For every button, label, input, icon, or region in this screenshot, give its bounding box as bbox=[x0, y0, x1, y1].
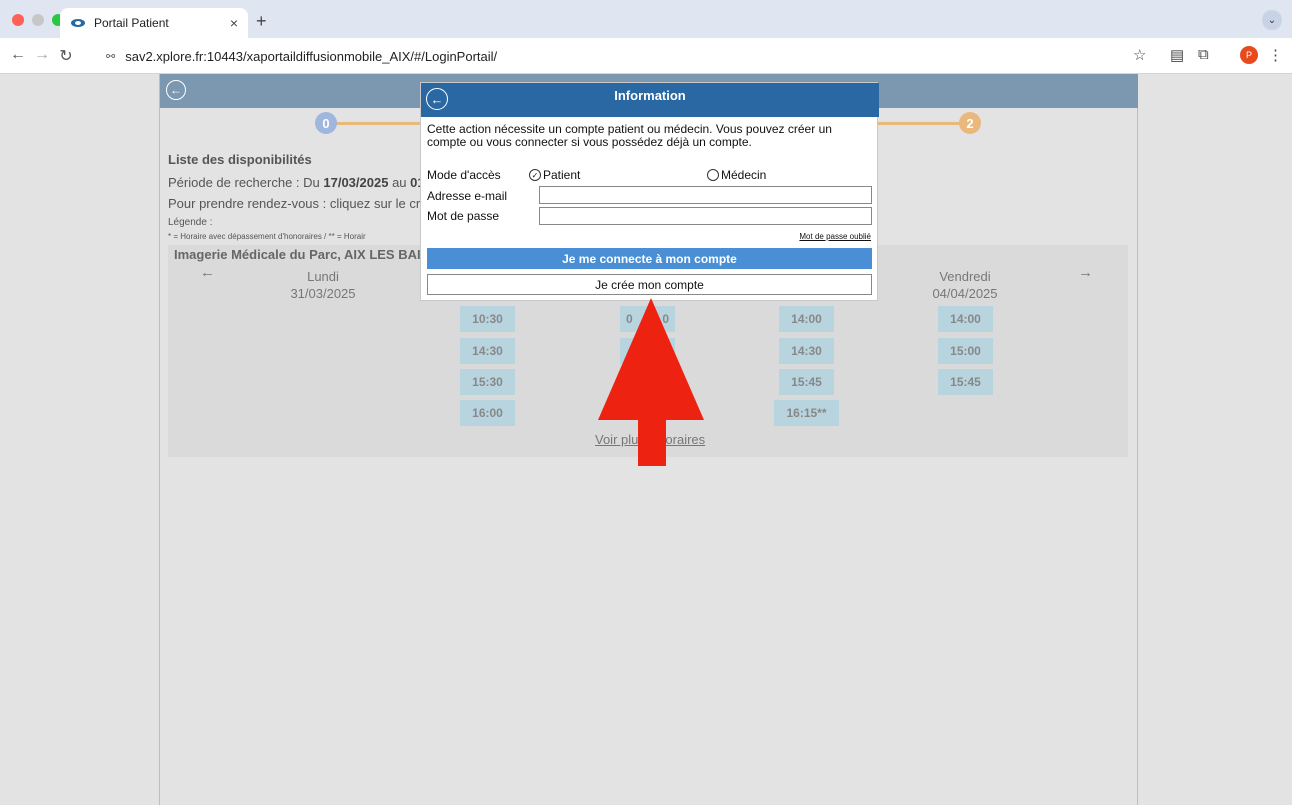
time-slot[interactable]: 15:30 bbox=[460, 369, 515, 395]
previous-week-arrow-icon[interactable]: ← bbox=[200, 264, 215, 281]
time-slot[interactable]: 14:30 bbox=[779, 338, 834, 364]
back-arrow-icon[interactable]: ← bbox=[8, 46, 28, 64]
radio-medecin-label: Médecin bbox=[721, 168, 767, 182]
time-slot[interactable]: 15:45 bbox=[779, 369, 834, 395]
password-label: Mot de passe bbox=[427, 209, 500, 223]
window-controls bbox=[12, 14, 64, 26]
close-window-icon[interactable] bbox=[12, 14, 24, 26]
email-label: Adresse e-mail bbox=[427, 189, 508, 203]
time-slot[interactable]: 10:30 bbox=[460, 306, 515, 332]
access-mode-label: Mode d'accès bbox=[427, 168, 501, 182]
time-slot[interactable]: 16:00 bbox=[460, 400, 515, 426]
empty-circle-icon bbox=[707, 169, 719, 181]
left-border bbox=[159, 74, 160, 805]
modal-header: ← Information bbox=[421, 83, 879, 117]
day-name-friday: Vendredi bbox=[939, 269, 991, 284]
bookmark-star-icon[interactable]: ☆ bbox=[1133, 46, 1146, 64]
new-tab-button[interactable]: + bbox=[256, 11, 267, 32]
day-date-monday: 31/03/2025 bbox=[290, 286, 356, 301]
day-name-monday: Lundi bbox=[307, 269, 339, 284]
login-modal: ← Information Cette action nécessite un … bbox=[420, 82, 879, 301]
reload-icon[interactable]: ↻ bbox=[56, 46, 76, 66]
info-block: Liste des disponibilités Période de rech… bbox=[168, 152, 425, 241]
minimize-window-icon[interactable] bbox=[32, 14, 44, 26]
radio-medecin[interactable]: Médecin bbox=[707, 168, 766, 182]
browser-tab-bar: Portail Patient × + ⌄ bbox=[0, 0, 1292, 38]
legend-text: * = Horaire avec dépassement d'honoraire… bbox=[168, 232, 366, 241]
site-settings-icon[interactable]: ⚯ bbox=[106, 50, 115, 63]
tab-search-chevron-icon[interactable]: ⌄ bbox=[1262, 10, 1282, 30]
tab-close-icon[interactable]: × bbox=[230, 15, 238, 31]
day-date-friday: 04/04/2025 bbox=[932, 286, 998, 301]
next-week-arrow-icon[interactable]: → bbox=[1078, 264, 1093, 281]
login-button[interactable]: Je me connecte à mon compte bbox=[427, 248, 872, 269]
radio-patient[interactable]: ✓ Patient bbox=[529, 168, 580, 182]
time-slot[interactable]: 16:15** bbox=[774, 400, 839, 426]
time-slot[interactable]: 14:00 bbox=[779, 306, 834, 332]
reading-mode-icon[interactable]: ▤ bbox=[1170, 46, 1184, 64]
modal-title: Information bbox=[614, 88, 686, 103]
time-slot[interactable]: 14:30 bbox=[460, 338, 515, 364]
email-field[interactable] bbox=[539, 186, 872, 204]
forward-arrow-icon[interactable]: → bbox=[32, 46, 52, 64]
address-bar[interactable]: ⚯ sav2.xplore.fr:10443/xaportaildiffusio… bbox=[96, 43, 1160, 69]
center-name: Imagerie Médicale du Parc, AIX LES BAINS bbox=[174, 247, 439, 262]
checked-circle-icon: ✓ bbox=[529, 169, 541, 181]
up-arrow-icon bbox=[598, 298, 704, 466]
time-slot[interactable]: 14:00 bbox=[938, 306, 993, 332]
xplore-favicon-icon bbox=[71, 19, 85, 27]
step-0: 0 bbox=[315, 112, 337, 134]
radio-patient-label: Patient bbox=[543, 168, 581, 182]
browser-tab[interactable]: Portail Patient × bbox=[60, 8, 248, 38]
step-line-left bbox=[330, 122, 422, 125]
forgot-password-link[interactable]: Mot de passe oublié bbox=[799, 232, 871, 241]
booking-instruction: Pour prendre rendez-vous : cliquez sur l… bbox=[168, 196, 420, 211]
right-border bbox=[1137, 74, 1138, 805]
profile-avatar[interactable]: P bbox=[1240, 46, 1258, 64]
password-field[interactable] bbox=[539, 207, 872, 225]
step-line-right bbox=[878, 122, 962, 125]
more-menu-icon[interactable]: ⋮ bbox=[1268, 46, 1283, 64]
time-slot[interactable]: 15:45 bbox=[938, 369, 993, 395]
step-2: 2 bbox=[959, 112, 981, 134]
search-period: Période de recherche : Du 17/03/2025 au … bbox=[168, 175, 425, 190]
time-slot[interactable]: 15:00 bbox=[938, 338, 993, 364]
list-title: Liste des disponibilités bbox=[168, 152, 312, 167]
browser-toolbar: ← → ↻ ⚯ sav2.xplore.fr:10443/xaportaildi… bbox=[0, 38, 1292, 74]
tab-title: Portail Patient bbox=[94, 16, 169, 30]
modal-message: Cette action nécessite un compte patient… bbox=[427, 122, 832, 149]
header-back-icon[interactable]: ← bbox=[166, 80, 186, 100]
legend-label: Légende : bbox=[168, 217, 213, 228]
create-account-button[interactable]: Je crée mon compte bbox=[427, 274, 872, 295]
url-text: sav2.xplore.fr:10443/xaportaildiffusionm… bbox=[125, 48, 498, 64]
extensions-icon[interactable]: ⧉ bbox=[1198, 46, 1209, 63]
